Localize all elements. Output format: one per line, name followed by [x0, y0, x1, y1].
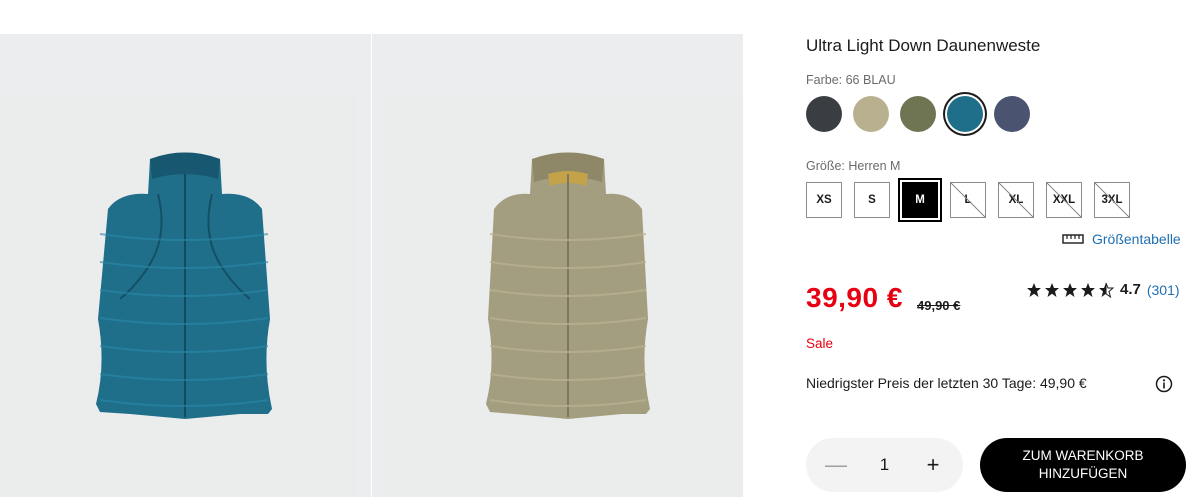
- sale-badge: Sale: [806, 336, 834, 351]
- size-selector: XS S M L XL XXL 3XL: [806, 182, 1130, 218]
- size-xs-button[interactable]: XS: [806, 182, 842, 218]
- vest-beige-image: [486, 152, 650, 419]
- half-star-icon: [1099, 282, 1114, 298]
- swatch-olive[interactable]: [900, 96, 936, 132]
- size-chart-label: Größentabelle: [1092, 231, 1181, 247]
- swatch-blue[interactable]: [947, 96, 983, 132]
- increase-quantity-button[interactable]: +: [921, 452, 945, 477]
- rating-value: 4.7: [1120, 281, 1141, 298]
- rating-stars: [1026, 282, 1114, 298]
- star-icon: [1045, 282, 1059, 297]
- star-icon: [1081, 282, 1095, 297]
- swatch-dark-gray[interactable]: [806, 96, 842, 132]
- vest-blue-image: [96, 152, 272, 419]
- swatch-beige[interactable]: [853, 96, 889, 132]
- quantity-value: 1: [879, 455, 890, 474]
- swatch-navy[interactable]: [994, 96, 1030, 132]
- info-icon[interactable]: [1155, 375, 1173, 393]
- color-label: Farbe: 66 BLAU: [806, 73, 896, 87]
- current-price: 39,90 €: [806, 282, 903, 313]
- size-l-button[interactable]: L: [950, 182, 986, 218]
- size-xxl-button[interactable]: XXL: [1046, 182, 1082, 218]
- gallery-image-1[interactable]: [0, 34, 371, 497]
- add-to-cart-line2: HINZUFÜGEN: [1038, 466, 1128, 481]
- lowest-price-note: Niedrigster Preis der letzten 30 Tage: 4…: [806, 375, 1087, 391]
- ruler-icon: [1062, 234, 1084, 244]
- color-swatches: [806, 96, 1030, 132]
- gallery-image-2[interactable]: [372, 34, 743, 497]
- quantity-stepper: — 1 +: [806, 438, 963, 492]
- size-label: Größe: Herren M: [806, 159, 901, 173]
- star-icon: [1027, 282, 1041, 297]
- add-to-cart-button[interactable]: ZUM WARENKORB HINZUFÜGEN: [980, 438, 1186, 492]
- rating-count[interactable]: (301): [1147, 282, 1180, 298]
- size-s-button[interactable]: S: [854, 182, 890, 218]
- decrease-quantity-button[interactable]: —: [824, 452, 848, 477]
- product-title: Ultra Light Down Daunenweste: [806, 36, 1041, 55]
- size-xl-button[interactable]: XL: [998, 182, 1034, 218]
- product-gallery: [0, 34, 743, 497]
- rating[interactable]: 4.7 (301): [1026, 281, 1180, 298]
- size-m-button[interactable]: M: [902, 182, 938, 218]
- add-to-cart-line1: ZUM WARENKORB: [1022, 448, 1144, 463]
- old-price: 49,90 €: [917, 298, 961, 313]
- star-icon: [1063, 282, 1077, 297]
- size-3xl-button[interactable]: 3XL: [1094, 182, 1130, 218]
- size-chart-link[interactable]: Größentabelle: [1062, 231, 1181, 247]
